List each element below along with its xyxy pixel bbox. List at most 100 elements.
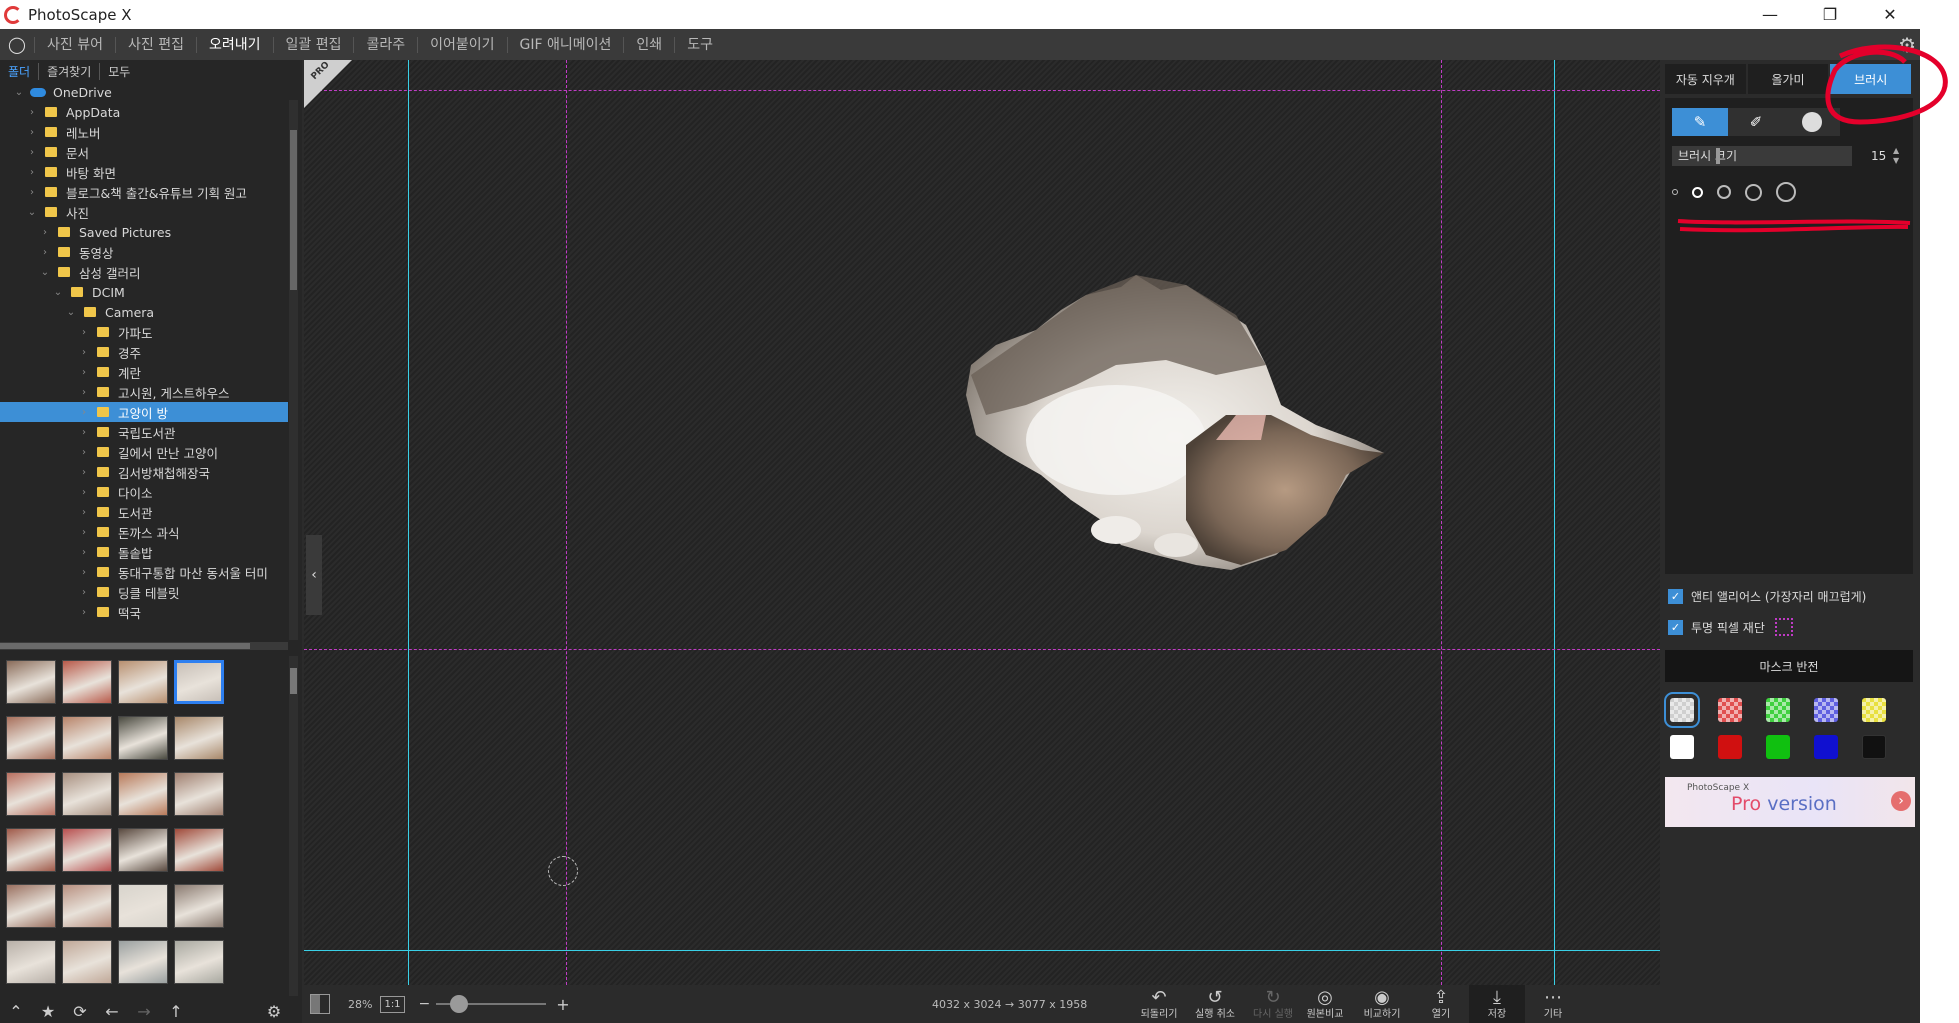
photo-thumbnail[interactable] [118,940,168,984]
tree-item[interactable]: › AppData [0,102,288,122]
star-icon[interactable]: ★ [32,1002,64,1021]
chevron-right-icon[interactable]: › [77,467,91,478]
home-icon[interactable]: ◯ [0,35,34,54]
pro-version-banner[interactable]: PhotoScape X Pro version › [1665,777,1915,827]
mask-color-swatch[interactable] [1862,698,1886,722]
chevron-right-icon[interactable]: › [77,587,91,598]
photo-thumbnail[interactable] [6,660,56,704]
zoom-in-button[interactable]: + [556,995,569,1014]
tree-item[interactable]: ⌄ OneDrive [0,82,288,102]
chevron-right-icon[interactable]: › [77,527,91,538]
tree-item[interactable]: ⌄ 삼성 갤러리 [0,262,288,282]
photo-thumbnail[interactable] [118,884,168,928]
tree-item[interactable]: › 돈까스 과식 [0,522,288,542]
up-icon[interactable]: ↑ [160,1002,192,1021]
photo-thumbnail[interactable] [62,884,112,928]
photo-thumbnail[interactable] [62,828,112,872]
chevron-right-icon[interactable]: › [77,487,91,498]
restore-button[interactable]: ❐ [1800,0,1860,29]
collapse-up-icon[interactable]: ⌃ [0,1002,32,1021]
zoom-slider-knob[interactable] [450,995,469,1013]
tree-item[interactable]: › 레노버 [0,122,288,142]
chevron-down-icon[interactable]: ⌄ [38,267,52,278]
subtab-all[interactable]: 모두 [99,62,138,80]
trim-transparent-checkbox[interactable]: ✓ [1668,619,1683,635]
action-button[interactable]: ◉ 비교하기 [1354,985,1410,1023]
zoom-out-button[interactable]: − [419,996,431,1012]
tab-brush[interactable]: 브러시 [1830,64,1914,94]
folder-tree-scrollbar[interactable] [289,100,298,640]
action-button[interactable]: ⋯ 기타 [1525,985,1581,1023]
photo-thumbnail[interactable] [174,660,224,704]
chevron-right-icon[interactable]: › [77,347,91,358]
tab-lasso[interactable]: 올가미 [1747,64,1831,94]
zoom-slider[interactable] [436,995,547,1013]
chevron-right-icon[interactable]: › [38,247,52,258]
tree-item[interactable]: › 블로그&책 출간&유튜브 기획 원고 [0,182,288,202]
tree-item[interactable]: › 떡국 [0,602,288,622]
photo-thumbnail[interactable] [174,772,224,816]
chevron-right-icon[interactable]: › [77,567,91,578]
photo-thumbnail[interactable] [6,828,56,872]
antialias-option[interactable]: ✓ 앤티 앨리어스 (가장자리 매끄럽게) [1668,584,1914,608]
actual-size-button[interactable]: 1:1 [380,995,405,1013]
chevron-right-icon[interactable]: › [77,427,91,438]
edit-canvas[interactable]: PRO ‹ [304,60,1660,985]
chevron-right-icon[interactable]: › [25,107,39,118]
brush-size-slider[interactable]: 브러시 크기 [1672,146,1852,166]
folder-tree-hscrollbar[interactable] [0,642,288,650]
tree-item[interactable]: › 가파도 [0,322,288,342]
minimize-button[interactable]: — [1740,0,1800,29]
chevron-right-icon[interactable]: › [77,367,91,378]
tree-item[interactable]: › 도서관 [0,502,288,522]
action-button[interactable]: ↻ 다시 실행 [1245,985,1301,1023]
chevron-right-icon[interactable]: › [38,227,52,238]
action-button[interactable]: ⤓ 저장 [1469,985,1525,1023]
tree-item[interactable]: › 계란 [0,362,288,382]
mask-color-swatch[interactable] [1766,698,1790,722]
tree-item[interactable]: ⌄ 사진 [0,202,288,222]
thumbnail-scrollbar[interactable] [289,656,298,996]
collapse-left-panel-button[interactable]: ‹ [306,535,322,615]
tree-item[interactable]: › 동대구통합 마산 동서울 터미 [0,562,288,582]
mask-color-swatch[interactable] [1718,735,1742,759]
chevron-right-icon[interactable]: › [77,327,91,338]
menu-tab[interactable]: 일괄 편집 [272,36,354,53]
tree-item[interactable]: › 문서 [0,142,288,162]
chevron-down-icon[interactable]: ⌄ [12,87,26,98]
mask-color-swatch[interactable] [1670,735,1694,759]
action-button[interactable]: ↶ 되돌리기 [1131,985,1187,1023]
menu-tab[interactable]: GIF 애니메이션 [506,36,624,53]
action-button[interactable]: ⇪ 열기 [1413,985,1469,1023]
action-button[interactable]: ↺ 실행 취소 [1187,985,1243,1023]
chevron-down-icon[interactable]: ⌄ [25,207,39,218]
photo-thumbnail[interactable] [6,884,56,928]
photo-thumbnail[interactable] [174,716,224,760]
brush-circle-icon[interactable] [1784,108,1840,136]
brush-preset-s[interactable] [1692,186,1703,198]
tree-item[interactable]: › Saved Pictures [0,222,288,242]
photo-thumbnail[interactable] [62,772,112,816]
brush-preset-xl[interactable] [1776,182,1796,202]
menu-tab[interactable]: 인쇄 [623,36,674,53]
settings-gear-icon[interactable]: ⚙ [1898,33,1916,57]
menu-tab[interactable]: 사진 뷰어 [34,36,115,53]
brush-size-handle[interactable] [1716,148,1720,164]
brush-preset-m[interactable] [1717,185,1731,199]
photo-thumbnail[interactable] [174,940,224,984]
tree-item[interactable]: › 돌솥밥 [0,542,288,562]
tree-item[interactable]: › 고시원, 게스트하우스 [0,382,288,402]
compare-split-icon[interactable] [310,994,330,1014]
menu-tab[interactable]: 콜라주 [353,36,417,53]
photo-thumbnail[interactable] [6,772,56,816]
subtab-favorites[interactable]: 즐겨찾기 [38,62,99,80]
chevron-right-icon[interactable]: › [25,147,39,158]
mask-color-swatch[interactable] [1766,735,1790,759]
photo-thumbnail[interactable] [6,716,56,760]
forward-icon[interactable]: → [128,1002,160,1021]
menu-tab[interactable]: 오려내기 [195,36,273,53]
back-icon[interactable]: ← [96,1002,128,1021]
photo-thumbnail[interactable] [62,716,112,760]
menu-tab[interactable]: 도구 [674,36,725,53]
mask-color-swatch[interactable] [1664,692,1700,728]
